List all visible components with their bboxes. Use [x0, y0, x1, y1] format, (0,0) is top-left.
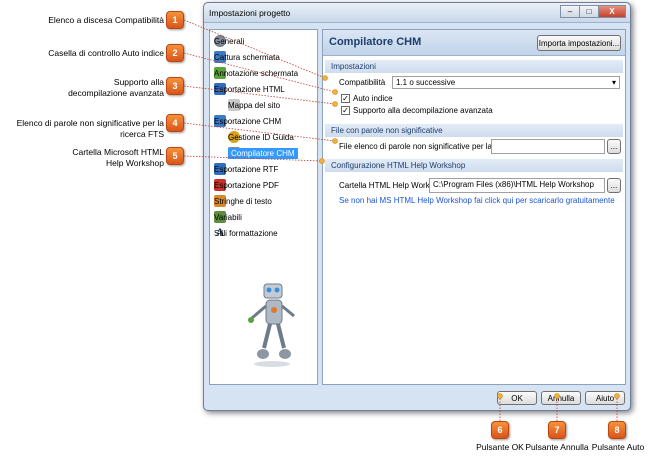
- auto-index-label: Auto indice: [353, 94, 393, 103]
- maximize-button[interactable]: □: [579, 5, 599, 18]
- download-workshop-link[interactable]: Se non hai MS HTML Help Workshop fai cli…: [339, 196, 615, 205]
- stopwords-input[interactable]: [491, 139, 605, 154]
- nav-item-annotazione-schermata[interactable]: Annotazione schermata: [214, 66, 298, 80]
- callout-text-6: Pulsante OK: [476, 442, 524, 452]
- decompile-checkbox[interactable]: ✓: [341, 106, 350, 115]
- callout-badge-6: 6: [491, 421, 509, 439]
- nav-item-compilatore-chm[interactable]: Compilatore CHM: [228, 146, 298, 160]
- callout-badge-4: 4: [166, 114, 184, 132]
- nav-item-generali[interactable]: Generali: [214, 34, 244, 48]
- nav-item-stili-formattazione[interactable]: A Stili formattazione: [214, 226, 278, 240]
- cancel-button[interactable]: Annulla: [541, 391, 581, 405]
- callout-text-2: Casella di controllo Auto indice: [48, 48, 164, 58]
- settings-content: Compilatore CHM Importa impostazioni... …: [322, 29, 626, 385]
- callout-text-8: Pulsante Auto: [591, 442, 645, 452]
- callout-text-4: Elenco di parole non significative per l…: [16, 118, 164, 139]
- close-button[interactable]: X: [598, 5, 626, 18]
- workshop-path-input[interactable]: C:\Program Files (x86)\HTML Help Worksho…: [429, 178, 605, 193]
- callout-text-3: Supporto alla decompilazione avanzata: [68, 77, 164, 98]
- callout-text-7: Pulsante Annulla: [525, 442, 589, 452]
- nav-item-esportazione-chm[interactable]: Esportazione CHM: [214, 114, 281, 128]
- import-settings-button[interactable]: Importa impostazioni...: [537, 35, 621, 51]
- nav-item-esportazione-pdf[interactable]: Esportazione PDF: [214, 178, 279, 192]
- nav-item-variabili[interactable]: Variabili: [214, 210, 242, 224]
- section-impostazioni: Impostazioni: [325, 60, 623, 73]
- callout-badge-1: 1: [166, 11, 184, 29]
- callout-text-5: Cartella Microsoft HTML Help Workshop: [72, 147, 164, 168]
- nav-item-gestione-id-guida[interactable]: Gestione ID Guida: [228, 130, 294, 144]
- settings-nav: Generali Cattura schermata Annotazione s…: [209, 29, 318, 385]
- ok-button[interactable]: OK: [497, 391, 537, 405]
- compat-dropdown[interactable]: 1.1 o successive ▾: [392, 76, 620, 89]
- compat-label: Compatibilità: [339, 78, 386, 87]
- stopwords-browse-button[interactable]: ...: [607, 139, 621, 154]
- nav-item-esportazione-html[interactable]: Esportazione HTML: [214, 82, 285, 96]
- help-button[interactable]: Aiuto: [585, 391, 625, 405]
- auto-index-checkbox[interactable]: ✓: [341, 94, 350, 103]
- callout-badge-8: 8: [608, 421, 626, 439]
- minimize-button[interactable]: –: [560, 5, 580, 18]
- section-workshop: Configurazione HTML Help Workshop: [325, 159, 623, 172]
- robot-mascot-icon: [248, 283, 295, 367]
- panel-title: Compilatore CHM: [329, 36, 422, 48]
- callout-badge-7: 7: [548, 421, 566, 439]
- nav-item-esportazione-rtf[interactable]: Esportazione RTF: [214, 162, 278, 176]
- nav-item-mappa-del-sito[interactable]: Mappa del sito: [228, 98, 280, 112]
- section-stopwords: File con parole non significative: [325, 124, 623, 137]
- title-bar: Impostazioni progetto – □ X: [204, 3, 630, 23]
- window-title: Impostazioni progetto: [209, 8, 291, 18]
- callout-text-1: Elenco a discesa Compatibilità: [48, 15, 164, 25]
- decompile-label: Supporto alla decompilazione avanzata: [353, 106, 493, 115]
- callout-badge-2: 2: [166, 44, 184, 62]
- nav-item-cattura-schermata[interactable]: Cattura schermata: [214, 50, 280, 64]
- panel-header: Compilatore CHM Importa impostazioni...: [323, 30, 625, 56]
- workshop-browse-button[interactable]: ...: [607, 178, 621, 193]
- callout-badge-3: 3: [166, 77, 184, 95]
- callout-badge-5: 5: [166, 147, 184, 165]
- chevron-down-icon: ▾: [611, 78, 616, 87]
- settings-window: Impostazioni progetto – □ X Generali Cat…: [203, 2, 631, 411]
- nav-item-stringhe-di-testo[interactable]: Stringhe di testo: [214, 194, 272, 208]
